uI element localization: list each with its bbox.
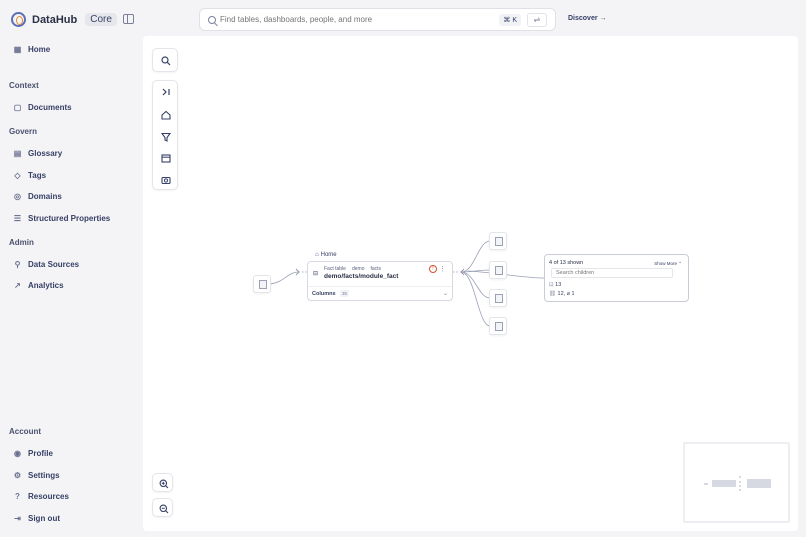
table-icon: ⊟ — [313, 271, 319, 277]
entity-name[interactable]: demo/facts/module_fact — [324, 273, 398, 280]
downstream-node[interactable] — [489, 289, 507, 307]
search-children-input[interactable] — [551, 268, 673, 278]
group-title: 4 of 13 shown — [549, 260, 584, 266]
columns-label[interactable]: Columns — [312, 291, 336, 297]
home-icon: ⌂ — [315, 252, 319, 258]
node-breadcrumb[interactable]: ⌂ Home — [315, 252, 337, 258]
lineage-focus-node[interactable]: ⊟ Fact table demo facts demo/facts/modul… — [307, 261, 453, 301]
node-meta: Fact table demo facts — [324, 266, 381, 272]
container-tag: facts — [370, 266, 382, 272]
minimap-graph — [704, 476, 771, 491]
more-options-icon[interactable]: ⋮ — [439, 265, 446, 273]
breadcrumb-label: Home — [320, 252, 337, 258]
downstream-node[interactable] — [489, 317, 507, 335]
warning-icon[interactable]: ! — [429, 265, 437, 273]
upstream-node[interactable] — [253, 275, 271, 293]
children-group-node[interactable]: 4 of 13 shown Show More ⌃ ⊡ 13 ⛓ 12, ⌀ 1 — [544, 254, 689, 302]
columns-count: 35 — [340, 290, 350, 297]
link-icon: ⛓ — [549, 291, 556, 297]
dataset-icon: ⊡ — [549, 282, 554, 288]
chevron-down-icon[interactable]: ⌄ — [443, 290, 448, 297]
group-total-count: 13 — [555, 282, 562, 288]
group-breakdown-count: 12, ⌀ 1 — [557, 291, 575, 297]
group-total: ⊡ 13 — [549, 282, 561, 288]
minimap[interactable] — [683, 442, 790, 523]
node-divider — [308, 286, 452, 287]
downstream-node[interactable] — [489, 261, 507, 279]
platform-tag: demo — [351, 266, 365, 272]
downstream-node[interactable] — [489, 232, 507, 250]
show-more-button[interactable]: Show More ⌃ — [654, 261, 682, 267]
group-breakdown: ⛓ 12, ⌀ 1 — [549, 291, 575, 297]
entity-type: Fact table — [324, 266, 346, 272]
